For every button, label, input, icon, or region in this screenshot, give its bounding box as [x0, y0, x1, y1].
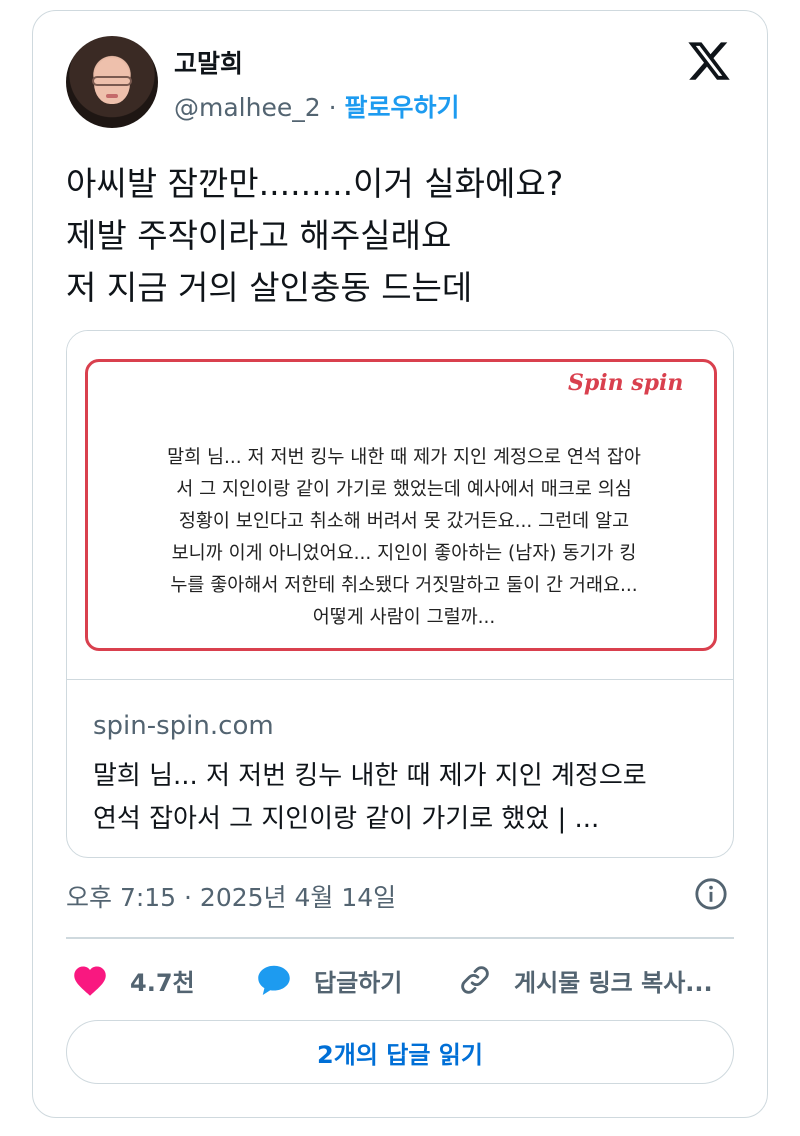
- link-description-line: 말희 님... 저 저번 킹누 내한 때 제가 지인 계정으로: [93, 761, 647, 791]
- quote-line: 보니까 이게 아니었어요... 지인이 좋아하는 (남자) 동기가 킹: [171, 543, 637, 564]
- info-icon[interactable]: [694, 877, 728, 911]
- tweet-line: 저 지금 거의 살인충동 드는데: [66, 268, 473, 307]
- author-name[interactable]: 고말희: [174, 44, 243, 80]
- like-count: 4.7천: [130, 968, 195, 997]
- x-logo-icon[interactable]: [685, 38, 733, 84]
- reply-bubble-icon: [258, 965, 290, 995]
- tweet-line: 아씨발 잠깐만.........이거 실화에요?: [66, 164, 564, 203]
- divider: [66, 937, 734, 939]
- action-bar: 4.7천 답글하기 게시물 링크 복사...: [66, 958, 736, 1002]
- author-handle[interactable]: @malhee_2: [174, 93, 321, 122]
- link-description: 말희 님... 저 저번 킹누 내한 때 제가 지인 계정으로 연석 잡아서 그…: [93, 755, 647, 841]
- quote-line: 정황이 보인다고 취소해 버려서 못 갔거든요... 그런데 알고: [178, 511, 630, 532]
- quote-frame: Spin spin 말희 님... 저 저번 킹누 내한 때 제가 지인 계정으…: [85, 359, 717, 651]
- quote-line: 서 그 지인이랑 같이 가기로 했었는데 예사에서 매크로 의심: [176, 479, 632, 500]
- reply-label: 답글하기: [314, 968, 403, 997]
- quote-line: 말희 님... 저 저번 킹누 내한 때 제가 지인 계정으로 연석 잡아: [167, 447, 641, 468]
- follow-button[interactable]: 팔로우하기: [345, 93, 460, 122]
- avatar-glasses: [92, 76, 132, 86]
- quote-text: 말희 님... 저 저번 킹누 내한 때 제가 지인 계정으로 연석 잡아 서 …: [118, 442, 690, 634]
- read-replies-button[interactable]: 2개의 답글 읽기: [66, 1020, 734, 1084]
- author-handle-row: @malhee_2 · 팔로우하기: [174, 88, 460, 124]
- link-preview-image[interactable]: Spin spin 말희 님... 저 저번 킹누 내한 때 제가 지인 계정으…: [67, 331, 733, 680]
- link-description-line: 연석 잡아서 그 지인이랑 같이 가기로 했었 | ...: [93, 804, 600, 834]
- avatar[interactable]: [66, 36, 158, 128]
- brand-logo: Spin spin: [556, 370, 696, 396]
- link-icon: [461, 966, 489, 994]
- quote-line: 누를 좋아해서 저한테 취소됐다 거짓말하고 둘이 간 거래요...: [170, 575, 638, 596]
- copy-link-button[interactable]: 게시물 링크 복사...: [458, 958, 713, 1002]
- heart-icon: [74, 966, 106, 996]
- tweet-timestamp[interactable]: 오후 7:15 · 2025년 4월 14일: [66, 878, 396, 914]
- tweet-text: 아씨발 잠깐만.........이거 실화에요? 제발 주작이라고 해주실래요 …: [66, 158, 563, 314]
- quote-line: 어떻게 사람이 그럴까...: [312, 607, 496, 628]
- copy-link-label: 게시물 링크 복사...: [514, 968, 713, 997]
- like-button[interactable]: 4.7천: [72, 958, 195, 1002]
- reply-button[interactable]: 답글하기: [256, 958, 402, 1002]
- avatar-mouth: [106, 94, 118, 98]
- tweet-line: 제발 주작이라고 해주실래요: [66, 216, 452, 255]
- link-domain: spin-spin.com: [93, 711, 274, 741]
- link-preview-card[interactable]: Spin spin 말희 님... 저 저번 킹누 내한 때 제가 지인 계정으…: [66, 330, 734, 858]
- handle-separator: ·: [328, 93, 337, 122]
